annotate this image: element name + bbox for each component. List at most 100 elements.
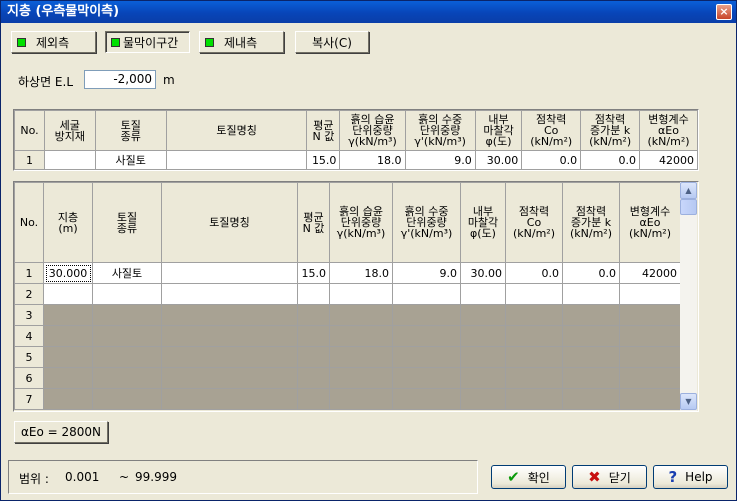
table-cell[interactable] <box>460 346 506 368</box>
table-cell[interactable] <box>161 346 298 368</box>
table-cell[interactable]: 15.0 <box>297 262 330 284</box>
table-cell[interactable] <box>92 346 162 368</box>
table-cell[interactable] <box>329 325 393 347</box>
table-cell[interactable] <box>329 367 393 389</box>
table-cell[interactable] <box>161 262 298 284</box>
table-cell[interactable] <box>329 346 393 368</box>
table-row[interactable]: 4 <box>14 325 681 347</box>
table-row[interactable]: 7 <box>14 388 681 410</box>
table-cell[interactable] <box>92 283 162 305</box>
table-cell[interactable]: 30.00 <box>474 150 523 170</box>
table-row[interactable]: 1 사질토 15.0 18.0 9.0 30.00 0.0 0.0 42000 <box>14 150 698 170</box>
table-cell[interactable] <box>161 304 298 326</box>
table-cell[interactable]: 사질토 <box>92 262 162 284</box>
table-cell[interactable] <box>619 283 681 305</box>
table-cell[interactable] <box>392 367 461 389</box>
toggle-inner-side[interactable]: 제내측 <box>199 31 284 53</box>
table-cell[interactable] <box>392 283 461 305</box>
table-cell[interactable]: 0.0 <box>505 262 563 284</box>
table-row[interactable]: 5 <box>14 346 681 368</box>
table-cell[interactable]: 사질토 <box>94 150 167 170</box>
table-cell[interactable] <box>392 325 461 347</box>
table-cell[interactable] <box>619 304 681 326</box>
close-dialog-button[interactable]: ✖ 닫기 <box>572 465 647 489</box>
ok-button[interactable]: ✔ 확인 <box>491 465 566 489</box>
table-cell[interactable] <box>297 283 330 305</box>
table-row[interactable]: 6 <box>14 367 681 389</box>
table-cell[interactable]: 9.0 <box>392 262 461 284</box>
table-cell[interactable] <box>43 388 93 410</box>
table-cell[interactable] <box>562 283 620 305</box>
table-cell[interactable]: 18.0 <box>329 262 393 284</box>
table-cell[interactable] <box>392 346 461 368</box>
table-cell[interactable]: 0.0 <box>521 150 582 170</box>
table-row[interactable]: 3 <box>14 304 681 326</box>
table-cell[interactable] <box>161 325 298 347</box>
table-cell[interactable] <box>165 150 308 170</box>
table-cell[interactable] <box>505 367 563 389</box>
table-row[interactable]: 1 30.000 사질토 15.0 18.0 9.0 30.00 0.0 0.0 42000 <box>14 262 681 284</box>
copy-button[interactable]: 복사(C) <box>295 31 369 53</box>
table-cell[interactable] <box>562 304 620 326</box>
table-cell[interactable] <box>43 304 93 326</box>
table-cell[interactable] <box>43 150 96 170</box>
table-cell[interactable] <box>505 325 563 347</box>
scroll-down-icon[interactable]: ▼ <box>680 393 697 410</box>
table-cell[interactable] <box>562 367 620 389</box>
table-cell[interactable] <box>460 304 506 326</box>
table-cell[interactable] <box>505 388 563 410</box>
table-cell[interactable]: 30.00 <box>460 262 506 284</box>
table-cell[interactable] <box>505 283 563 305</box>
table-cell[interactable] <box>329 283 393 305</box>
table-cell[interactable] <box>161 367 298 389</box>
table-cell[interactable] <box>297 304 330 326</box>
table-cell[interactable] <box>460 388 506 410</box>
table-cell[interactable] <box>43 325 93 347</box>
toggle-cofferdam-section[interactable]: 물막이구간 <box>105 31 190 53</box>
table-cell[interactable]: 0.0 <box>580 150 641 170</box>
vertical-scrollbar[interactable]: ▲ ▼ <box>680 182 697 411</box>
table-cell[interactable] <box>161 283 298 305</box>
help-button[interactable]: ? Help <box>653 465 728 489</box>
table-cell[interactable] <box>43 283 93 305</box>
table-cell[interactable]: 0.0 <box>562 262 620 284</box>
table-cell[interactable] <box>43 346 93 368</box>
table-cell[interactable] <box>562 325 620 347</box>
table-cell[interactable] <box>92 325 162 347</box>
table-cell[interactable] <box>297 346 330 368</box>
table-cell[interactable]: 42000 <box>639 150 698 170</box>
close-button[interactable]: × <box>716 4 732 20</box>
table-cell[interactable]: 42000 <box>619 262 681 284</box>
table-cell[interactable] <box>505 346 563 368</box>
table-cell[interactable] <box>43 367 93 389</box>
table-cell[interactable] <box>392 304 461 326</box>
table-cell[interactable] <box>460 283 506 305</box>
table-cell[interactable]: 30.000 <box>43 262 93 284</box>
scroll-thumb[interactable] <box>680 199 697 215</box>
table-cell[interactable]: 18.0 <box>339 150 406 170</box>
table-cell[interactable] <box>92 367 162 389</box>
table-cell[interactable] <box>329 304 393 326</box>
table-cell[interactable] <box>161 388 298 410</box>
table-cell[interactable] <box>505 304 563 326</box>
table-cell[interactable] <box>460 367 506 389</box>
table-cell[interactable] <box>619 367 681 389</box>
table-cell[interactable] <box>297 325 330 347</box>
toggle-outer-side[interactable]: 제외측 <box>11 31 96 53</box>
table-row[interactable]: 2 <box>14 283 681 305</box>
table-cell[interactable] <box>297 367 330 389</box>
table-cell[interactable] <box>460 325 506 347</box>
scroll-up-icon[interactable]: ▲ <box>680 182 697 199</box>
table-cell[interactable] <box>562 388 620 410</box>
table-cell[interactable] <box>92 304 162 326</box>
table-cell[interactable] <box>392 388 461 410</box>
table-cell[interactable] <box>297 388 330 410</box>
table-cell[interactable] <box>619 325 681 347</box>
table-cell[interactable]: 15.0 <box>306 150 341 170</box>
elevation-input[interactable]: -2,000 <box>84 70 156 89</box>
table-cell[interactable] <box>619 346 681 368</box>
table-cell[interactable] <box>329 388 393 410</box>
table-cell[interactable]: 9.0 <box>404 150 476 170</box>
table-cell[interactable] <box>562 346 620 368</box>
table-cell[interactable] <box>92 388 162 410</box>
